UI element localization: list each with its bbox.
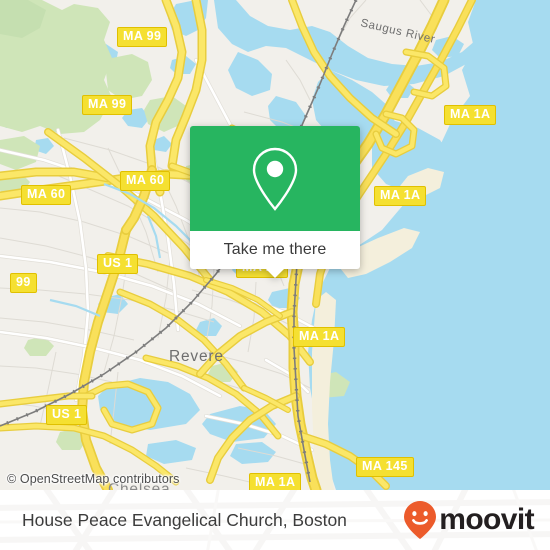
road-shield: MA 145	[356, 457, 414, 477]
road-shield: MA 1A	[444, 105, 497, 125]
road-shield: MA 1A	[249, 473, 302, 490]
place-title: House Peace Evangelical Church, Boston	[22, 509, 347, 530]
moovit-wordmark: moovit	[439, 503, 534, 536]
road-shield: MA 99	[82, 95, 133, 115]
popup-tail-pointer	[266, 269, 284, 278]
moovit-logo[interactable]: moovit	[403, 500, 535, 540]
take-me-there-label: Take me there	[223, 241, 327, 258]
road-shield: 99	[10, 273, 37, 293]
road-shield: US 1	[46, 405, 88, 425]
location-pin-icon	[252, 147, 298, 211]
popup-footer[interactable]: Take me there	[190, 231, 360, 278]
svg-text:Revere: Revere	[169, 348, 224, 365]
road-shield: MA 60	[120, 171, 171, 191]
road-shield: US 1	[97, 254, 139, 274]
road-shield: MA 99	[117, 27, 168, 47]
road-shield: MA 1A	[293, 327, 346, 347]
road-shield: MA 60	[21, 185, 72, 205]
road-shield: MA 1A	[374, 186, 427, 206]
popup-header	[190, 126, 360, 231]
openstreetmap-attribution[interactable]: © OpenStreetMap contributors	[7, 472, 180, 486]
location-popup-card[interactable]: Take me there	[190, 126, 360, 278]
footer-bar: House Peace Evangelical Church, Boston m…	[0, 490, 550, 550]
moovit-smiley-pin-icon	[404, 501, 437, 539]
map-page: .land { fill:#f2f0eb; } .water { fill:#a…	[0, 0, 550, 550]
